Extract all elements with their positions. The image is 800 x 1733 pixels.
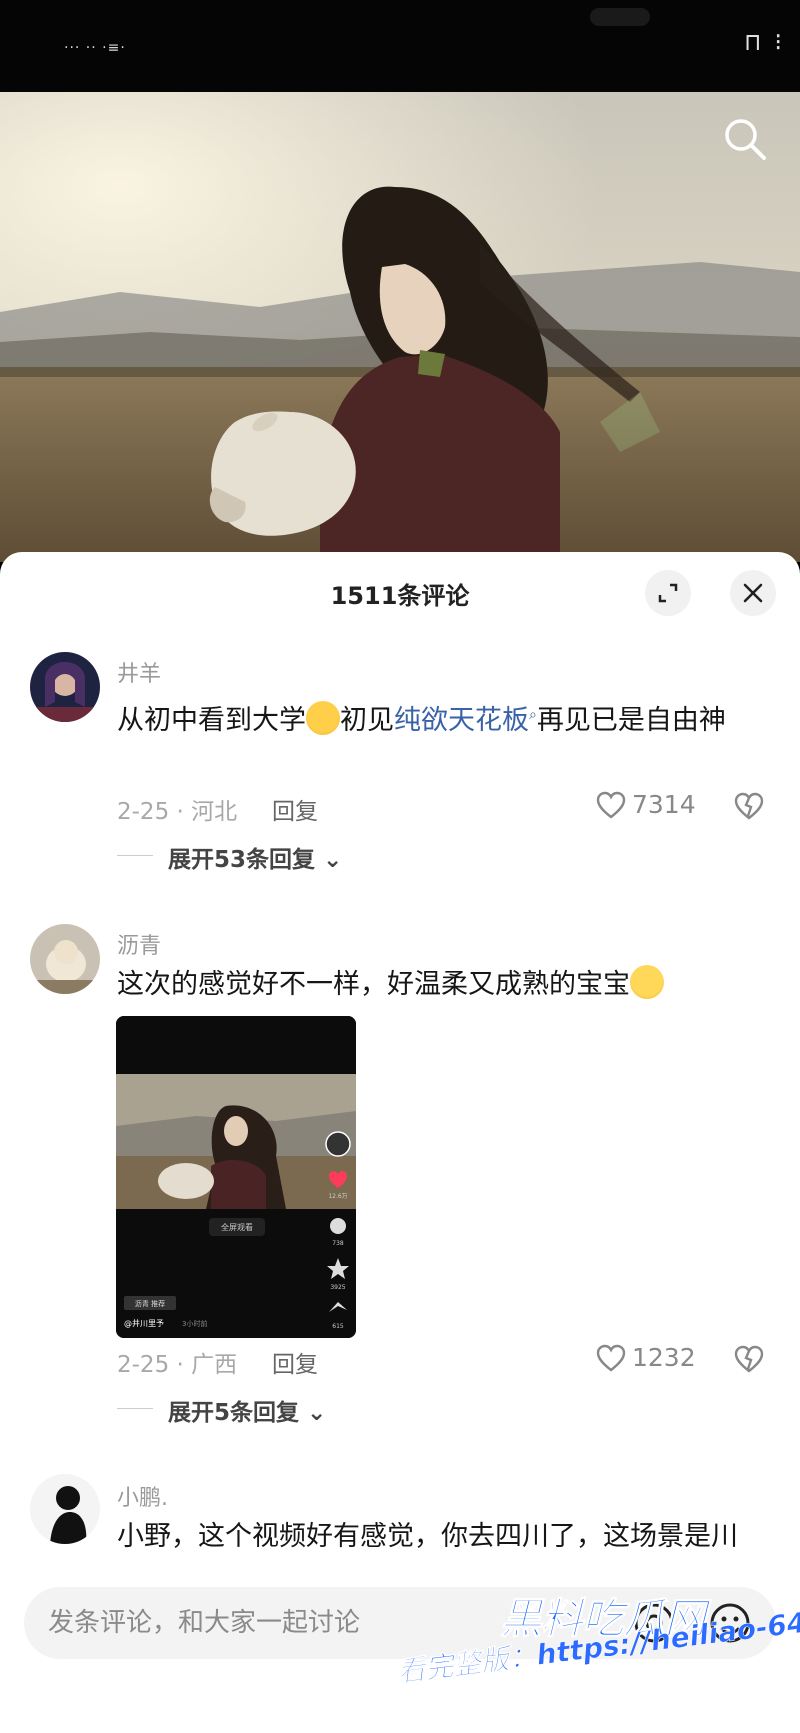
comment-sheet: 1511条评论 井羊 从初中看到大学 初见纯欲天花板⌕再见已是自由神 2-25 ·… [0, 552, 800, 1733]
broken-heart-icon [734, 1345, 764, 1373]
expand-sheet-button[interactable] [645, 570, 691, 616]
dislike-button[interactable] [734, 1345, 764, 1377]
crying-emoji-icon [306, 701, 340, 735]
comment-date-location: 2-25 · 河北 [117, 799, 238, 825]
status-bar: ··· ·· ·≡· ⊓ ⁝ [0, 0, 800, 92]
comment-text: 小野，这个视频好有感觉，你去四川了，这场景是川 [117, 1521, 738, 1552]
like-button[interactable]: 7314 [596, 790, 696, 819]
comment-text: 这次的感觉好不一样，好温柔又成熟的宝宝 [117, 962, 777, 1008]
svg-text:@井川里予: @井川里予 [124, 1318, 164, 1328]
keyword-link[interactable]: 纯欲天花板 [394, 705, 529, 736]
heart-icon [596, 1344, 626, 1372]
close-icon [743, 583, 763, 603]
reply-button[interactable]: 回复 [272, 792, 318, 826]
expand-replies-button[interactable]: 展开5条回复 ⌄ [168, 1393, 326, 1427]
divider [117, 1408, 153, 1409]
search-icon [725, 119, 766, 160]
attached-video-screenshot[interactable]: 全屏观看 738 3925 615 12.6万 沥青 推荐 @井川里予 3小时前 [116, 1016, 356, 1338]
svg-text:3925: 3925 [330, 1284, 345, 1291]
svg-text:12.6万: 12.6万 [328, 1193, 347, 1200]
pleading-emoji-icon [630, 965, 664, 999]
search-button[interactable] [720, 114, 770, 164]
svg-text:全屏观看: 全屏观看 [221, 1222, 253, 1232]
comment-username[interactable]: 沥青 [117, 928, 161, 960]
chevron-down-icon: ⌄ [307, 1400, 327, 1426]
avatar[interactable] [30, 1474, 100, 1544]
dislike-button[interactable] [734, 792, 764, 824]
like-button[interactable]: 1232 [596, 1343, 696, 1372]
comment-input-bar: 黑料吃瓜网 看完整版：https://heiliao-64.com [0, 1575, 800, 1733]
collapse-expand-icon [658, 583, 678, 603]
video-frame-scene [0, 92, 800, 562]
reply-button[interactable]: 回复 [272, 1345, 318, 1379]
comment-date-location: 2-25 · 广西 [117, 1352, 238, 1378]
status-left-text: ··· ·· ·≡· [64, 40, 126, 56]
comment-username[interactable]: 井羊 [117, 656, 161, 688]
heart-icon [596, 791, 626, 819]
svg-text:沥青 推荐: 沥青 推荐 [135, 1299, 165, 1308]
close-sheet-button[interactable] [730, 570, 776, 616]
video-player[interactable] [0, 92, 800, 562]
like-count: 7314 [632, 790, 696, 819]
avatar[interactable] [30, 924, 100, 994]
broken-heart-icon [734, 792, 764, 820]
camera-cutout [590, 8, 650, 26]
expand-replies-button[interactable]: 展开53条回复 ⌄ [168, 840, 342, 874]
chevron-down-icon: ⌄ [323, 847, 343, 873]
divider [117, 855, 153, 856]
avatar[interactable] [30, 652, 100, 722]
comment-text: 从初中看到大学 初见纯欲天花板⌕再见已是自由神 [117, 692, 777, 744]
search-icon: ⌕ [529, 707, 537, 723]
svg-text:615: 615 [332, 1323, 344, 1330]
svg-text:738: 738 [332, 1240, 344, 1247]
like-count: 1232 [632, 1343, 696, 1372]
status-right-icons: ⊓ ⁝ [745, 28, 782, 56]
svg-text:3小时前: 3小时前 [182, 1319, 207, 1328]
comment-username[interactable]: 小鹏. [117, 1480, 168, 1512]
